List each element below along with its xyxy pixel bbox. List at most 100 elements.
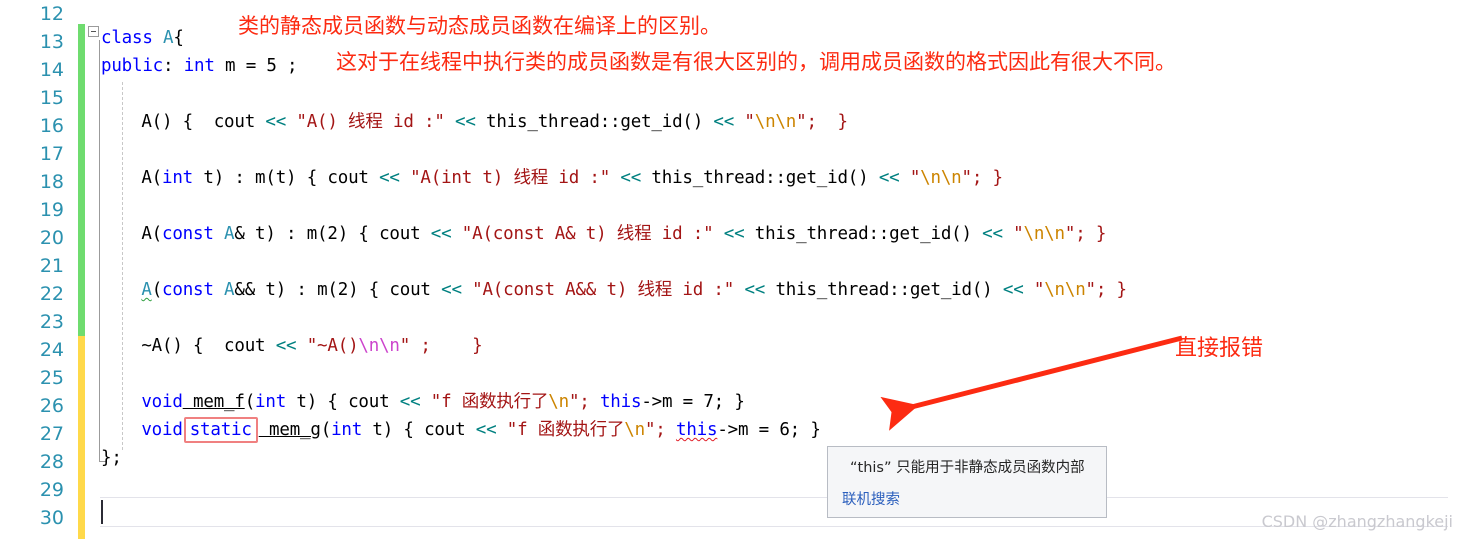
- collapse-toggle-icon[interactable]: [88, 26, 99, 37]
- keyword-void: void: [141, 392, 183, 412]
- code-line-22[interactable]: A(const A&& t) : m(2) { cout << "A(const…: [100, 276, 1127, 304]
- line-number: 19: [39, 199, 64, 221]
- stream-op: <<: [713, 112, 735, 132]
- stream-op: <<: [475, 420, 497, 440]
- member-decl: m = 5 ;: [214, 56, 298, 76]
- change-bar-green: [78, 24, 85, 336]
- stream-op: <<: [723, 224, 745, 244]
- stream-op: <<: [982, 224, 1003, 244]
- param-body: t) { cout: [362, 420, 476, 440]
- function-name-mem-f: mem_f: [182, 392, 245, 412]
- string-literal: "A(int t) 线程 id :": [399, 168, 621, 188]
- text-caret: [101, 500, 103, 524]
- get-id-call: this_thread::get_id(): [641, 168, 879, 188]
- keyword-int: int: [183, 56, 215, 76]
- code-line-14[interactable]: public: int m = 5 ;: [101, 52, 298, 80]
- string-quote: "; }: [1064, 224, 1107, 244]
- code-line-28[interactable]: };: [101, 444, 122, 472]
- code-line-27[interactable]: void static mem_g(int t) { cout << "f 函数执…: [100, 416, 821, 444]
- current-line-highlight: [100, 497, 1448, 527]
- ctor-prefix: A(: [100, 224, 163, 244]
- string-literal: "A(const A& t) 线程 id :": [451, 224, 724, 244]
- keyword-int: int: [162, 168, 194, 188]
- line-number: 27: [39, 423, 64, 445]
- stream-op: <<: [455, 112, 476, 132]
- escape-newline: \n\n: [1044, 280, 1086, 300]
- code-line-18[interactable]: A(int t) : m(t) { cout << "A(int t) 线程 i…: [100, 164, 1003, 192]
- stream-op: <<: [430, 224, 452, 244]
- keyword-class: class: [101, 28, 153, 48]
- string-quote: ": [734, 112, 755, 132]
- code-line-20[interactable]: A(const A& t) : m(2) { cout << "A(const …: [100, 220, 1106, 248]
- keyword-const: const: [162, 224, 214, 244]
- string-literal: "~A(): [296, 336, 359, 356]
- param-body: t) { cout: [286, 392, 400, 412]
- get-id-call: this_thread::get_id(): [744, 224, 983, 244]
- keyword-int: int: [255, 392, 287, 412]
- line-number: 26: [39, 395, 64, 417]
- string-literal: "f 函数执行了: [496, 420, 625, 440]
- code-editor[interactable]: 12 13 14 15 16 17 18 19 20 21 22 23 24 2…: [0, 0, 1461, 539]
- stream-op: <<: [275, 336, 297, 356]
- ctor-signature: & t) : m(2) { cout: [234, 224, 431, 244]
- code-line-26[interactable]: void mem_f(int t) { cout << "f 函数执行了\n";…: [100, 388, 745, 416]
- keyword-this-error[interactable]: this: [676, 420, 718, 440]
- ctor-signature: t) : m(t) { cout: [193, 168, 380, 188]
- get-id-call: this_thread::get_id(): [765, 280, 1003, 300]
- line-number: 18: [39, 171, 64, 193]
- stream-op: <<: [379, 168, 400, 188]
- colon: :: [163, 56, 184, 76]
- string-quote: ": [1002, 224, 1024, 244]
- escape-newline: \n\n: [1023, 224, 1066, 244]
- stream-op: <<: [878, 168, 900, 188]
- stream-op: <<: [399, 392, 421, 412]
- string-quote: ": [899, 168, 921, 188]
- keyword-public: public: [101, 56, 164, 76]
- code-line-24[interactable]: ~A() { cout << "~A()\n\n" ; }: [100, 332, 482, 360]
- watermark: CSDN @zhangzhangkeji: [1261, 512, 1453, 531]
- ctor-prefix: A(: [100, 168, 163, 188]
- line-number: 14: [39, 59, 64, 81]
- ctor-signature: && t) : m(2) { cout: [234, 280, 442, 300]
- string-quote: "; }: [961, 168, 1004, 188]
- assignment-tail: ->m = 6; }: [717, 420, 821, 440]
- keyword-this: this: [599, 392, 642, 412]
- error-tooltip: “this” 只能用于非静态成员函数内部 联机搜索: [827, 446, 1107, 518]
- ctor-signature: A() { cout: [100, 112, 266, 132]
- string-literal: "f 函数执行了: [420, 392, 549, 412]
- code-line-13[interactable]: class A{: [101, 24, 184, 52]
- line-number: 25: [39, 367, 64, 389]
- string-literal: "A(const A&& t) 线程 id :": [461, 280, 745, 300]
- code-line-16[interactable]: A() { cout << "A() 线程 id :" << this_thre…: [100, 108, 848, 136]
- brace-open: {: [173, 28, 184, 48]
- string-literal: "A() 线程 id :": [286, 112, 456, 132]
- line-number: 16: [39, 115, 64, 137]
- escape-newline: \n\n: [754, 112, 797, 132]
- annotation-error-callout: 直接报错: [1175, 336, 1264, 361]
- line-number: 13: [39, 31, 64, 53]
- keyword-const: const: [162, 280, 214, 300]
- line-number: 28: [39, 451, 64, 473]
- string-quote: ";: [644, 420, 676, 440]
- string-quote: ": [1023, 280, 1045, 300]
- tooltip-message: “this” 只能用于非静态成员函数内部: [850, 460, 1085, 476]
- escape-newline: \n\n: [358, 336, 400, 356]
- assignment-tail: ->m = 7; }: [641, 392, 745, 412]
- annotation-subtitle: 这对于在线程中执行类的成员函数是有很大区别的，调用成员函数的格式因此有很大不同。: [336, 50, 1176, 74]
- line-number: 30: [39, 507, 64, 529]
- string-quote: "; }: [1085, 280, 1128, 300]
- stream-op: <<: [1002, 280, 1024, 300]
- escape-newline: \n: [624, 420, 645, 440]
- string-quote: ";: [568, 392, 600, 412]
- paren-open: (: [320, 420, 332, 440]
- type-name-a: A: [213, 224, 235, 244]
- line-number: 24: [39, 339, 64, 361]
- tooltip-search-online-link[interactable]: 联机搜索: [842, 488, 900, 509]
- escape-newline: \n: [548, 392, 569, 412]
- stream-op: <<: [620, 168, 642, 188]
- type-name-a: A: [152, 28, 174, 48]
- line-number: 22: [39, 283, 64, 305]
- get-id-call: this_thread::get_id(): [475, 112, 714, 132]
